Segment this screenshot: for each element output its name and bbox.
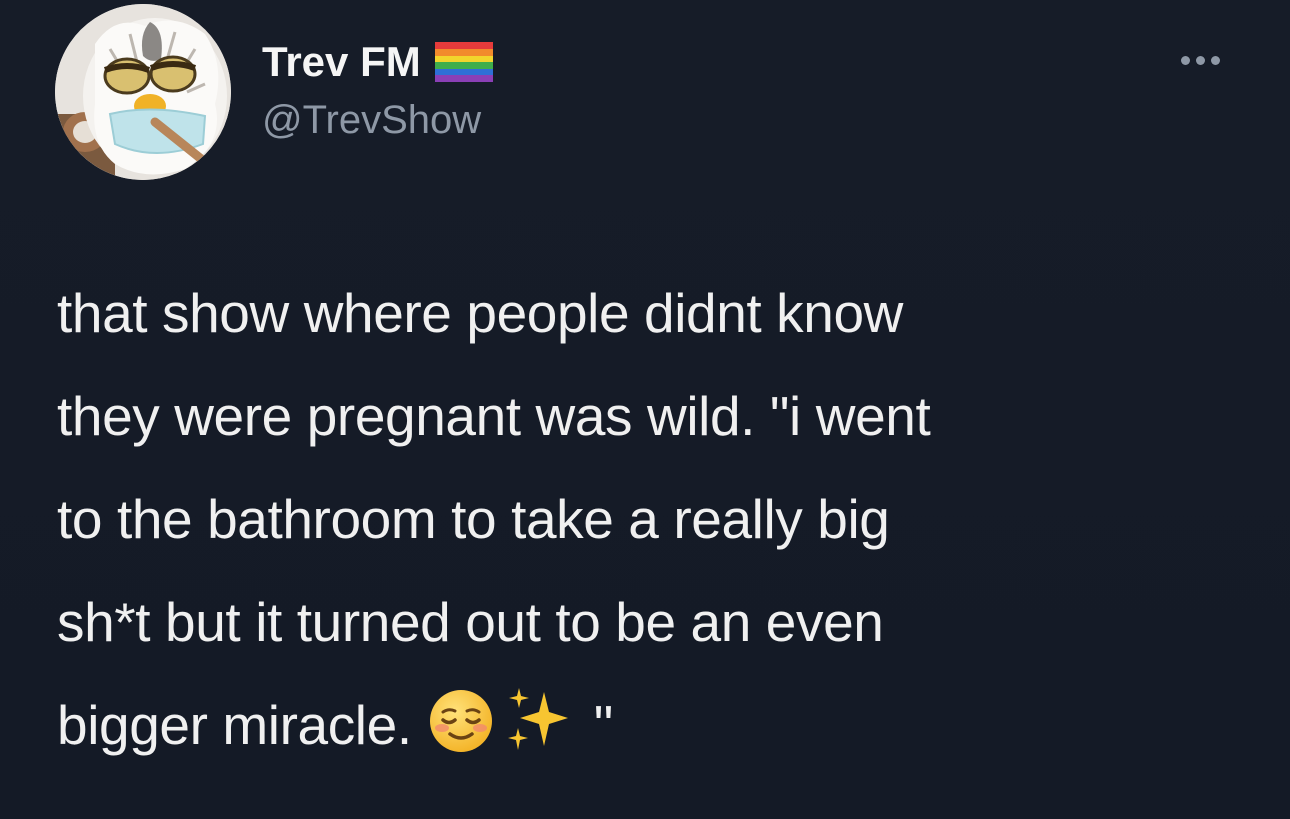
closing-quote: " — [593, 694, 614, 756]
tweet-text-segment: bigger miracle. — [57, 694, 412, 756]
tweet-text-line: that show where people didnt know — [57, 282, 903, 344]
tweet-text-line-last: bigger miracle. " — [57, 674, 1267, 777]
tweet-text-line: they were pregnant was wild. "i went — [57, 385, 931, 447]
user-handle[interactable]: @TrevShow — [262, 97, 481, 143]
tweet-text: that show where people didnt know they w… — [57, 262, 1267, 777]
more-options-button[interactable] — [1168, 44, 1232, 76]
sparkles-icon — [507, 688, 568, 750]
ellipsis-icon — [1195, 55, 1205, 65]
furby-avatar-icon — [55, 4, 231, 180]
display-name-row: Trev FM — [262, 38, 493, 86]
display-name[interactable]: Trev FM — [262, 38, 421, 86]
rainbow-flag-icon — [434, 42, 493, 82]
smiling-face-icon — [429, 690, 492, 752]
ellipsis-icon — [1210, 55, 1220, 65]
tweet-text-line: to the bathroom to take a really big — [57, 488, 890, 550]
tweet-text-line: sh*t but it turned out to be an even — [57, 591, 884, 653]
avatar[interactable] — [55, 4, 231, 180]
ellipsis-icon — [1180, 55, 1190, 65]
tweet-card: Trev FM @TrevShow that show where people… — [0, 0, 1290, 819]
